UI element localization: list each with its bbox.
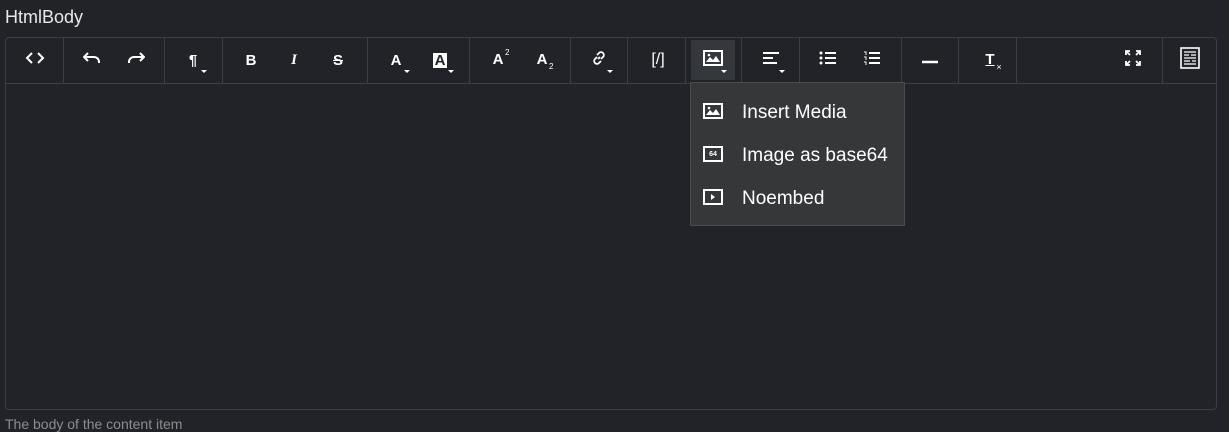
toolbar-separator bbox=[570, 38, 571, 83]
strikethrough-button[interactable]: S bbox=[316, 40, 360, 80]
html-editor: ¶ B I S A A A2 A 2 [/] T × bbox=[5, 37, 1217, 410]
shortcode-icon: [/] bbox=[651, 51, 665, 68]
toolbar-separator bbox=[901, 38, 902, 83]
redo-button[interactable] bbox=[114, 40, 158, 80]
link-icon bbox=[591, 50, 607, 71]
clear-format-icon: T × bbox=[985, 51, 1002, 72]
font-color-button[interactable]: A bbox=[374, 40, 418, 80]
editor-content-area[interactable] bbox=[6, 84, 1216, 409]
horizontal-rule-button[interactable] bbox=[908, 40, 952, 80]
italic-icon: I bbox=[291, 51, 297, 68]
numbered-list-icon bbox=[863, 51, 881, 70]
undo-button[interactable] bbox=[70, 40, 114, 80]
chevron-down-icon bbox=[779, 70, 785, 73]
toolbar-separator bbox=[958, 38, 959, 83]
menu-item-insert-media[interactable]: Insert Media bbox=[691, 92, 904, 132]
bold-icon: B bbox=[245, 51, 257, 69]
bold-button[interactable]: B bbox=[229, 40, 273, 80]
toolbar-separator bbox=[685, 38, 686, 83]
chevron-down-icon bbox=[448, 70, 454, 73]
field-hint: The body of the content item bbox=[5, 416, 183, 432]
preview-icon bbox=[1180, 46, 1200, 74]
background-color-icon: A bbox=[432, 51, 448, 69]
bullet-list-button[interactable] bbox=[806, 40, 850, 80]
subscript-button[interactable]: A2 bbox=[520, 40, 564, 80]
numbered-list-button[interactable] bbox=[850, 40, 894, 80]
redo-icon bbox=[127, 51, 146, 70]
editor-toolbar: ¶ B I S A A A2 A 2 [/] T × bbox=[6, 38, 1216, 84]
toolbar-separator bbox=[627, 38, 628, 83]
code-icon bbox=[25, 51, 45, 70]
toolbar-separator bbox=[1016, 38, 1017, 83]
paragraph-icon: ¶ bbox=[188, 51, 198, 69]
bullet-list-icon bbox=[819, 51, 837, 70]
fullscreen-button[interactable] bbox=[1111, 40, 1155, 80]
image-icon bbox=[703, 49, 723, 71]
chevron-down-icon bbox=[607, 70, 613, 73]
undo-icon bbox=[82, 51, 101, 70]
link-button[interactable] bbox=[577, 40, 621, 80]
menu-item-noembed[interactable]: Noembed bbox=[691, 178, 904, 218]
field-label: HtmlBody bbox=[5, 7, 84, 27]
superscript-button[interactable]: A2 bbox=[476, 40, 520, 80]
toolbar-separator bbox=[63, 38, 64, 83]
horizontal-rule-icon bbox=[921, 51, 939, 69]
clear-format-button[interactable]: T × bbox=[968, 40, 1012, 80]
italic-button[interactable]: I bbox=[272, 40, 316, 80]
media-dropdown-menu: Insert Media 64 Image as base64 Noembed bbox=[690, 82, 905, 226]
video-embed-icon bbox=[703, 189, 723, 210]
chevron-down-icon bbox=[721, 70, 727, 73]
subscript-icon: A2 bbox=[536, 51, 554, 71]
chevron-down-icon bbox=[404, 70, 410, 73]
toolbar-separator bbox=[1162, 38, 1163, 83]
preview-button[interactable] bbox=[1168, 40, 1212, 80]
menu-item-image-base64[interactable]: 64 Image as base64 bbox=[691, 135, 904, 175]
fullscreen-icon bbox=[1124, 49, 1142, 72]
paragraph-button[interactable]: ¶ bbox=[171, 40, 215, 80]
font-color-icon: A bbox=[390, 51, 402, 69]
chevron-down-icon bbox=[201, 70, 207, 73]
toolbar-separator bbox=[469, 38, 470, 83]
toolbar-separator bbox=[367, 38, 368, 83]
strikethrough-icon: S bbox=[332, 51, 343, 69]
toolbar-separator bbox=[741, 38, 742, 83]
align-button[interactable] bbox=[749, 40, 793, 80]
superscript-icon: A2 bbox=[492, 48, 510, 68]
shortcode-button[interactable]: [/] bbox=[636, 40, 680, 80]
align-left-icon bbox=[762, 51, 780, 70]
toolbar-separator bbox=[164, 38, 165, 83]
source-code-button[interactable] bbox=[13, 40, 57, 80]
toolbar-separator bbox=[799, 38, 800, 83]
toolbar-separator bbox=[222, 38, 223, 83]
background-color-button[interactable]: A bbox=[418, 40, 462, 80]
image-icon bbox=[703, 103, 723, 124]
base64-image-icon: 64 bbox=[703, 146, 723, 162]
image-button[interactable] bbox=[691, 40, 735, 80]
